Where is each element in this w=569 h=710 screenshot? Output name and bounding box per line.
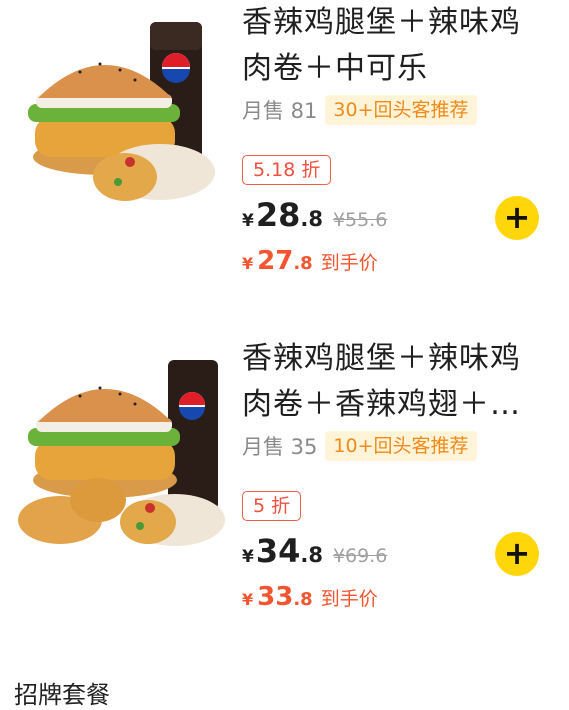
final-price: ¥ 33 .8 到手价 (242, 582, 378, 612)
product-image[interactable] (10, 350, 225, 550)
final-price-integer: 33 (257, 582, 294, 612)
currency-symbol: ¥ (242, 547, 254, 567)
current-price: ¥ 34 .8 ¥69.6 (242, 532, 387, 570)
price-decimal: .8 (300, 543, 323, 567)
final-price-integer: 27 (257, 246, 294, 276)
final-currency-symbol: ¥ (242, 254, 254, 273)
product-meta: 月售 81 30+回头客推荐 (242, 94, 477, 126)
final-price-label: 到手价 (320, 252, 378, 274)
original-price: ¥55.6 (332, 209, 388, 231)
repeat-customer-tag: 10+回头客推荐 (325, 431, 477, 461)
original-price: ¥69.6 (332, 545, 388, 567)
price-integer: 28 (255, 196, 301, 234)
add-to-cart-button[interactable]: + (495, 532, 539, 576)
product-card[interactable]: 香辣鸡腿堡＋辣味鸡肉卷＋香辣鸡翅＋… 月售 35 10+回头客推荐 5 折 ¥ … (0, 336, 569, 646)
monthly-sales: 月售 35 (242, 435, 318, 459)
product-image[interactable] (10, 12, 225, 212)
final-price-label: 到手价 (320, 588, 378, 610)
final-currency-symbol: ¥ (242, 590, 254, 609)
add-to-cart-button[interactable]: + (495, 196, 539, 240)
discount-badge: 5 折 (242, 491, 302, 521)
currency-symbol: ¥ (242, 211, 254, 231)
plus-icon: + (503, 197, 531, 236)
final-price-decimal: .8 (293, 253, 313, 274)
discount-badge: 5.18 折 (242, 155, 332, 185)
current-price: ¥ 28 .8 ¥55.6 (242, 196, 387, 234)
final-price-decimal: .8 (293, 589, 313, 610)
price-decimal: .8 (300, 207, 323, 231)
product-title[interactable]: 香辣鸡腿堡＋辣味鸡肉卷＋中可乐 (242, 0, 542, 92)
section-heading: 招牌套餐 (14, 681, 110, 709)
monthly-sales: 月售 81 (242, 99, 318, 123)
price-integer: 34 (255, 532, 301, 570)
product-card[interactable]: 香辣鸡腿堡＋辣味鸡肉卷＋中可乐 月售 81 30+回头客推荐 5.18 折 ¥ … (0, 0, 569, 310)
product-meta: 月售 35 10+回头客推荐 (242, 430, 477, 462)
final-price: ¥ 27 .8 到手价 (242, 246, 378, 276)
repeat-customer-tag: 30+回头客推荐 (325, 95, 477, 125)
product-title[interactable]: 香辣鸡腿堡＋辣味鸡肉卷＋香辣鸡翅＋… (242, 336, 542, 428)
plus-icon: + (503, 533, 531, 572)
